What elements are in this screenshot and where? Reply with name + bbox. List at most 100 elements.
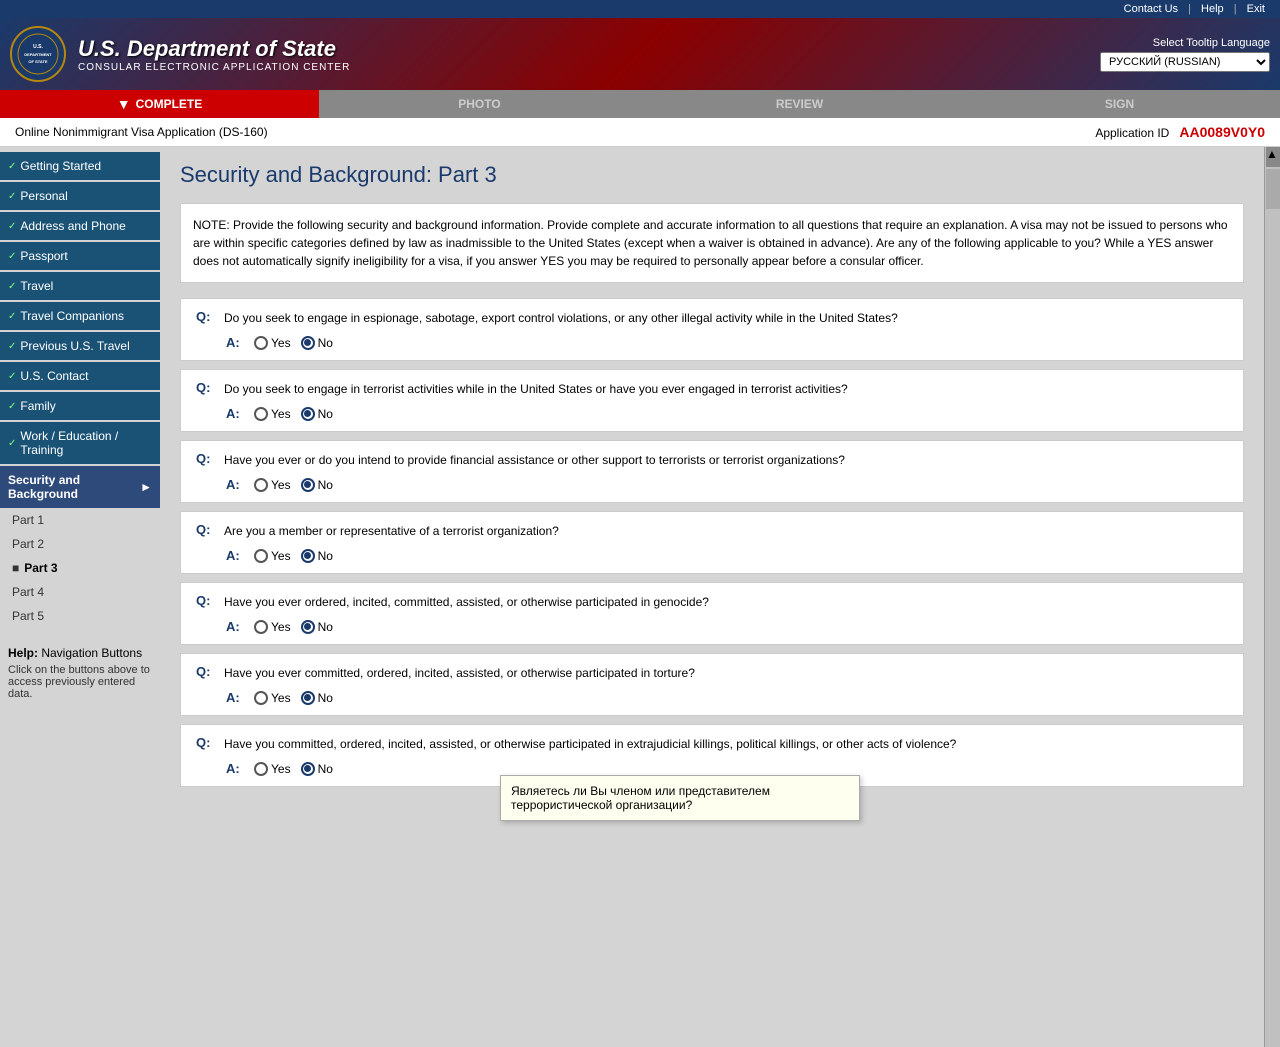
answer-row: A: Yes No <box>196 335 1228 350</box>
agency-title: U.S. Department of State <box>78 36 350 62</box>
radio-btn-no[interactable] <box>301 336 315 350</box>
check-icon: ✓ <box>8 251 16 262</box>
app-title: Online Nonimmigrant Visa Application (DS… <box>15 125 268 139</box>
main-content: Security and Background: Part 3 NOTE: Pr… <box>160 147 1264 1047</box>
radio-btn-yes[interactable] <box>254 762 268 776</box>
radio-yes[interactable]: Yes <box>254 407 291 421</box>
radio-btn-no[interactable] <box>301 407 315 421</box>
radio-group: Yes No <box>254 549 333 563</box>
no-label: No <box>318 549 333 563</box>
radio-btn-yes[interactable] <box>254 620 268 634</box>
radio-btn-yes[interactable] <box>254 336 268 350</box>
sidebar-item-work[interactable]: ✓ Work / Education / Training <box>0 422 160 464</box>
q-label: Q: <box>196 664 216 679</box>
sidebar-security-label: Security and Background <box>8 473 140 501</box>
sidebar-item-us-contact[interactable]: ✓ U.S. Contact <box>0 362 160 390</box>
scroll-thumb[interactable] <box>1266 169 1280 209</box>
agency-subtitle: CONSULAR ELECTRONIC APPLICATION CENTER <box>78 62 350 73</box>
lang-select[interactable]: РУССКИЙ (RUSSIAN) <box>1100 52 1270 72</box>
radio-no[interactable]: No <box>301 762 333 776</box>
sidebar-sub-part3[interactable]: ■ Part 3 <box>0 556 160 580</box>
sidebar-sub-part1[interactable]: Part 1 <box>0 508 160 532</box>
sidebar-sub-part5[interactable]: Part 5 <box>0 604 160 628</box>
top-bar: Contact Us | Help | Exit <box>0 0 1280 18</box>
radio-btn-yes[interactable] <box>254 691 268 705</box>
scrollbar[interactable]: ▲ <box>1264 147 1280 1047</box>
sidebar-sub-label: Part 3 <box>24 561 57 575</box>
tab-sign-label: SIGN <box>1105 97 1134 111</box>
sidebar-label: Travel <box>20 279 53 293</box>
radio-no[interactable]: No <box>301 620 333 634</box>
radio-no[interactable]: No <box>301 549 333 563</box>
radio-no[interactable]: No <box>301 407 333 421</box>
sidebar-item-travel-companions[interactable]: ✓ Travel Companions <box>0 302 160 330</box>
sidebar-item-personal[interactable]: ✓ Personal <box>0 182 160 210</box>
help-link[interactable]: Help <box>1201 3 1224 15</box>
lang-label: Select Tooltip Language <box>1153 37 1270 49</box>
sidebar-label: Family <box>20 399 55 413</box>
radio-btn-no[interactable] <box>301 549 315 563</box>
a-label: A: <box>226 335 246 350</box>
answer-row: A: Yes No <box>196 548 1228 563</box>
radio-btn-yes[interactable] <box>254 549 268 563</box>
answer-row: A: Yes No <box>196 406 1228 421</box>
sidebar-label: Personal <box>20 189 67 203</box>
question-block-2: Q: Do you seek to engage in terrorist ac… <box>180 369 1244 432</box>
radio-btn-yes[interactable] <box>254 478 268 492</box>
radio-btn-no[interactable] <box>301 691 315 705</box>
radio-group: Yes No <box>254 691 333 705</box>
page-title: Security and Background: Part 3 <box>180 162 1244 188</box>
radio-yes[interactable]: Yes <box>254 478 291 492</box>
radio-yes[interactable]: Yes <box>254 691 291 705</box>
no-label: No <box>318 691 333 705</box>
sidebar-item-passport[interactable]: ✓ Passport <box>0 242 160 270</box>
radio-btn-no[interactable] <box>301 478 315 492</box>
sidebar-sub-menu: Part 1 Part 2 ■ Part 3 Part 4 Part 5 <box>0 508 160 628</box>
svg-text:U.S.: U.S. <box>33 44 43 50</box>
check-icon: ✓ <box>8 371 16 382</box>
radio-btn-no[interactable] <box>301 762 315 776</box>
no-label: No <box>318 407 333 421</box>
sidebar-item-family[interactable]: ✓ Family <box>0 392 160 420</box>
sidebar: ✓ Getting Started ✓ Personal ✓ Address a… <box>0 147 160 1047</box>
contact-link[interactable]: Contact Us <box>1124 3 1178 15</box>
radio-yes[interactable]: Yes <box>254 762 291 776</box>
radio-yes[interactable]: Yes <box>254 549 291 563</box>
answer-row: A: Yes No <box>196 619 1228 634</box>
sidebar-label: Address and Phone <box>20 219 125 233</box>
radio-yes[interactable]: Yes <box>254 620 291 634</box>
sidebar-item-travel[interactable]: ✓ Travel <box>0 272 160 300</box>
q-label: Q: <box>196 593 216 608</box>
check-icon: ✓ <box>8 311 16 322</box>
q-label: Q: <box>196 380 216 395</box>
radio-btn-yes[interactable] <box>254 407 268 421</box>
tab-review[interactable]: REVIEW <box>640 90 960 118</box>
radio-btn-no[interactable] <box>301 620 315 634</box>
question-text: Are you a member or representative of a … <box>224 522 1228 540</box>
exit-link[interactable]: Exit <box>1247 3 1265 15</box>
yes-label: Yes <box>271 620 291 634</box>
tab-complete[interactable]: ▼ COMPLETE <box>0 90 320 118</box>
radio-no[interactable]: No <box>301 478 333 492</box>
sidebar-label: Previous U.S. Travel <box>20 339 129 353</box>
sidebar-sub-part2[interactable]: Part 2 <box>0 532 160 556</box>
tab-sign[interactable]: SIGN <box>960 90 1280 118</box>
question-block-3: Q: Have you ever or do you intend to pro… <box>180 440 1244 503</box>
radio-no[interactable]: No <box>301 336 333 350</box>
sidebar-sub-part4[interactable]: Part 4 <box>0 580 160 604</box>
app-id-label: Application ID <box>1095 126 1169 140</box>
sidebar-item-address[interactable]: ✓ Address and Phone <box>0 212 160 240</box>
tab-photo[interactable]: PHOTO <box>320 90 640 118</box>
nav-tabs: ▼ COMPLETE PHOTO REVIEW SIGN <box>0 90 1280 118</box>
check-icon: ✓ <box>8 221 16 232</box>
question-text: Do you seek to engage in espionage, sabo… <box>224 309 1228 327</box>
sidebar-item-getting-started[interactable]: ✓ Getting Started <box>0 152 160 180</box>
scroll-up-btn[interactable]: ▲ <box>1266 147 1280 167</box>
radio-yes[interactable]: Yes <box>254 336 291 350</box>
question-row: Q: Have you ever committed, ordered, inc… <box>196 664 1228 682</box>
sidebar-sub-label: Part 2 <box>12 537 44 551</box>
sidebar-label: Work / Education / Training <box>20 429 152 457</box>
sidebar-item-prev-travel[interactable]: ✓ Previous U.S. Travel <box>0 332 160 360</box>
sidebar-item-security[interactable]: Security and Background ► <box>0 466 160 508</box>
radio-no[interactable]: No <box>301 691 333 705</box>
